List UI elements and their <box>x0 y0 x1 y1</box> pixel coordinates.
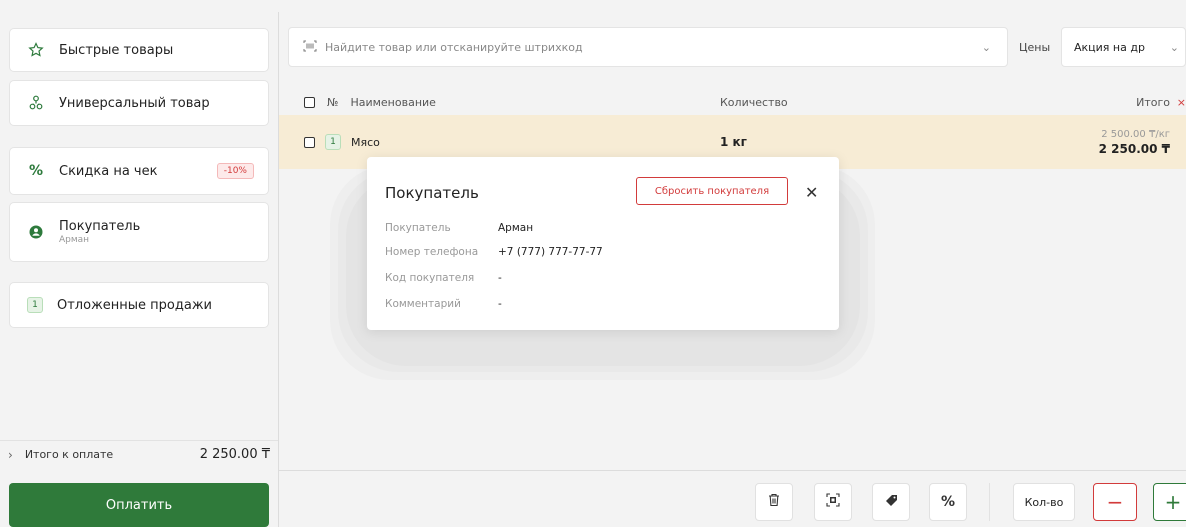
chevron-down-icon: ⌄ <box>1169 40 1179 54</box>
total-to-pay-row[interactable]: › Итого к оплате 2 250.00 ₸ <box>0 440 278 462</box>
row-sum: 2 250.00 ₸ <box>1098 142 1170 156</box>
customer-label: Покупатель <box>59 219 141 234</box>
total-to-pay-amount: 2 250.00 ₸ <box>199 447 270 462</box>
tag-icon <box>885 494 898 511</box>
percent-icon: % <box>940 494 956 510</box>
customer-modal: Покупатель Сбросить покупателя ✕ Покупат… <box>367 157 839 330</box>
row-index-badge: 1 <box>325 134 341 150</box>
postponed-sales-button[interactable]: 1 Отложенные продажи <box>9 282 269 328</box>
quantity-button[interactable]: Кол-во <box>1013 483 1075 521</box>
postponed-sales-label: Отложенные продажи <box>57 297 212 313</box>
scan-button[interactable] <box>814 483 852 521</box>
toolbar-divider <box>279 470 1186 471</box>
chevron-down-icon[interactable]: ⌄ <box>982 41 991 54</box>
close-icon[interactable]: ✕ <box>805 183 818 202</box>
customer-name: Арман <box>59 235 90 245</box>
header-quantity: Количество <box>720 95 788 109</box>
row-unit-price: 2 500.00 ₸/кг <box>1101 129 1170 140</box>
product-icon <box>27 94 45 112</box>
user-icon <box>27 223 45 241</box>
quick-items-button[interactable]: Быстрые товары <box>9 28 269 72</box>
prices-label: Цены <box>1019 41 1051 54</box>
price-list-select[interactable]: Акция на др ⌄ <box>1061 27 1186 67</box>
row-quantity: 1 кг <box>720 135 747 149</box>
reset-customer-button[interactable]: Сбросить покупателя <box>636 177 788 205</box>
search-input[interactable]: Найдите товар или отсканируйте штрихкод … <box>288 27 1008 67</box>
field-label: Номер телефона <box>385 246 479 258</box>
customer-button[interactable]: Покупатель Арман <box>9 202 269 262</box>
table-header: № Наименование Количество Итого × <box>279 90 1186 114</box>
customer-field-row: Покупатель Арман <box>385 222 533 234</box>
qr-scan-icon <box>826 493 840 511</box>
header-total: Итого <box>1136 95 1170 109</box>
search-placeholder: Найдите товар или отсканируйте штрихкод <box>325 40 583 54</box>
price-list-value: Акция на др <box>1074 40 1145 54</box>
total-to-pay-label: Итого к оплате <box>24 448 114 461</box>
close-icon[interactable]: × <box>1177 96 1186 109</box>
barcode-scan-icon <box>303 40 317 55</box>
check-discount-label: Скидка на чек <box>59 163 158 179</box>
header-name: Наименование <box>350 95 436 109</box>
field-value: +7 (777) 777-77-77 <box>498 246 603 258</box>
trash-icon <box>768 493 780 511</box>
discount-badge: -10% <box>216 163 254 179</box>
comment-field-row: Комментарий - <box>385 298 502 310</box>
check-discount-button[interactable]: % Скидка на чек -10% <box>9 147 269 195</box>
pay-button[interactable]: Оплатить <box>9 483 269 527</box>
field-label: Комментарий <box>385 298 461 310</box>
chevron-right-icon: › <box>8 447 13 462</box>
postponed-count-badge: 1 <box>27 297 43 313</box>
customer-info: Покупатель Арман <box>59 219 140 245</box>
field-label: Код покупателя <box>385 272 475 284</box>
left-panel: Быстрые товары Универсальный товар % Ски… <box>0 12 278 527</box>
plus-button[interactable]: + <box>1153 483 1186 521</box>
row-total: 2 500.00 ₸/кг 2 250.00 ₸ <box>1099 129 1170 156</box>
modal-title: Покупатель <box>385 184 479 202</box>
discount-button[interactable]: % <box>929 483 967 521</box>
field-value: Арман <box>498 222 534 234</box>
row-checkbox[interactable] <box>304 136 315 148</box>
tag-button[interactable] <box>872 483 910 521</box>
universal-item-button[interactable]: Универсальный товар <box>9 80 269 126</box>
phone-field-row: Номер телефона +7 (777) 777-77-77 <box>385 246 603 258</box>
universal-item-label: Универсальный товар <box>59 95 210 111</box>
header-number: № <box>327 95 339 109</box>
row-name: Мясо <box>351 135 380 149</box>
star-icon <box>27 41 45 59</box>
quick-items-label: Быстрые товары <box>59 42 174 58</box>
percent-icon: % <box>28 163 44 179</box>
field-value: - <box>498 298 502 310</box>
toolbar-separator <box>989 483 990 521</box>
delete-button[interactable] <box>755 483 793 521</box>
field-label: Покупатель <box>385 222 451 234</box>
select-all-checkbox[interactable] <box>304 96 315 108</box>
code-field-row: Код покупателя - <box>385 272 502 284</box>
field-value: - <box>498 272 502 284</box>
minus-button[interactable]: − <box>1093 483 1137 521</box>
